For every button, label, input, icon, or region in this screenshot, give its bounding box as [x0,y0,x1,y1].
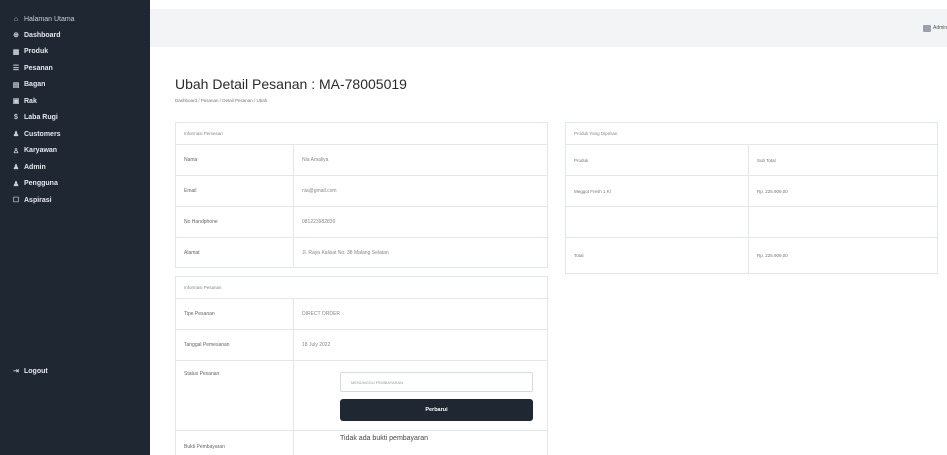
table-row: Tanggal Pemesanan 18 July 2022 [176,330,547,361]
card-header: Informasi Pesanan [176,277,547,299]
product-subtotal [749,207,937,237]
sidebar-item-produk[interactable]: ▦ Produk [0,44,150,61]
sidebar-menu: ⊕ Dashboard ▦ Produk ☰ Pesanan ▤ Bagan ▣… [0,0,150,209]
table-row-total: Total Rp. 225.909,00 [566,238,937,273]
sidebar-item-label: Bagan [24,81,46,89]
dashboard-icon: ⊕ [13,32,19,40]
total-value: Rp. 225.909,00 [757,253,788,258]
grid-icon: ▦ [12,48,20,56]
sidebar-item-label: Dashboard [24,31,61,39]
table-header: Produk Sub Total [566,145,937,176]
sidebar-item-label: Aspirasi [24,196,52,204]
sidebar-item-dashboard[interactable]: ⊕ Dashboard [0,27,150,44]
field-label: Bukti Pembayaran [176,431,294,455]
status-form: MENUNGGU PEMBAYARAN Perbarui [294,361,547,430]
users-icon: ♟ [12,180,20,188]
field-value: Nia Amaliya [302,157,329,163]
sidebar-item-aspirasi[interactable]: ☐ Aspirasi [0,192,150,209]
sidebar-item-bagan[interactable]: ▤ Bagan [0,77,150,94]
user-avatar-icon[interactable] [923,25,931,32]
sidebar: ⌂ Halaman Utama ⊕ Dashboard ▦ Produk ☰ P… [0,0,150,455]
sidebar-item-label: Logout [24,367,48,375]
update-button[interactable]: Perbarui [340,399,533,421]
total-label: Total [566,238,749,273]
table-row: Tipe Pesanan DIRECT ORDER [176,299,547,330]
customer-info-card: Informasi Pemesan Nama Nia Amaliya Email… [175,122,548,268]
column-header: Produk [566,145,749,175]
table-row: Nama Nia Amaliya [176,145,547,176]
sidebar-item-label: Pengguna [24,180,58,188]
status-select[interactable]: MENUNGGU PEMBAYARAN [340,372,533,392]
sidebar-item-label: Pesanan [24,64,53,72]
sidebar-item-pesanan[interactable]: ☰ Pesanan [0,60,150,77]
sidebar-item-label: Customers [24,130,61,138]
field-label: Email [176,176,294,206]
user-label[interactable]: Admin [933,25,947,31]
product-subtotal: Rp. 225.909,00 [757,188,788,194]
field-value: nia@gmail.com [302,188,337,194]
sidebar-item-label: Laba Rugi [24,114,58,122]
table-row: No Handphone 081223982830 [176,207,547,238]
field-label: Alamat [176,238,294,267]
product-name [566,207,749,237]
user-icon: ♙ [12,147,20,155]
field-label: No Handphone [176,207,294,237]
logout-icon: ⇥ [13,368,19,376]
product-name: Meggot Fresh 1 Kl [566,176,749,206]
users-icon: ♟ [12,131,20,139]
table-row: Email nia@gmail.com [176,176,547,207]
sidebar-item-pengguna[interactable]: ♟ Pengguna [0,176,150,193]
shelf-icon: ▣ [12,98,20,106]
field-label: Nama [176,145,294,175]
dollar-icon: $ [14,114,18,122]
field-value: Tidak ada bukti pembayaran [340,435,429,442]
topbar: Admin [150,9,947,47]
page-title: Ubah Detail Pesanan : MA-78005019 [175,76,407,92]
column-header: Sub Total [757,157,776,163]
field-label: Tipe Pesanan [176,299,294,329]
list-icon: ☰ [12,65,20,73]
sidebar-item-label: Halaman Utama [24,15,75,23]
table-row [566,207,937,238]
users-icon: ♟ [12,164,20,172]
chart-icon: ▤ [12,81,20,89]
sidebar-item-label: Produk [24,48,49,56]
sidebar-item-karyawan[interactable]: ♙ Karyawan [0,143,150,160]
table-row: Meggot Fresh 1 Kl Rp. 225.909,00 [566,176,937,207]
field-value: 081223982830 [302,219,336,225]
sidebar-item-home[interactable]: ⌂ Halaman Utama [0,11,75,28]
table-row: Bukti Pembayaran Tidak ada bukti pembaya… [176,431,547,455]
field-value: 18 July 2022 [302,342,331,348]
sidebar-item-admin[interactable]: ♟ Admin [0,159,150,176]
home-icon: ⌂ [13,15,19,23]
sidebar-item-customers[interactable]: ♟ Customers [0,126,150,143]
card-header: Informasi Pemesan [176,123,547,145]
breadcrumb[interactable]: Dashboard / Pesanan / Detail Pesanan / U… [175,98,267,103]
table-row: Alamat Jl. Raya Kalisat No. 38 Malang Se… [176,238,547,267]
sidebar-item-label: Admin [24,163,46,171]
card-header: Produk Yang Dipesan [566,123,937,145]
sidebar-item-rak[interactable]: ▣ Rak [0,93,150,110]
field-label: Status Pesanan [176,361,294,430]
sidebar-item-laba-rugi[interactable]: $ Laba Rugi [0,110,150,127]
sidebar-item-label: Rak [24,97,37,105]
table-row: Status Pesanan MENUNGGU PEMBAYARAN Perba… [176,361,547,431]
field-value: Jl. Raya Kalisat No. 38 Malang Selatan [302,249,389,256]
order-info-card: Informasi Pesanan Tipe Pesanan DIRECT OR… [175,276,548,455]
sidebar-item-logout[interactable]: ⇥ Logout [0,363,48,380]
ordered-products-card: Produk Yang Dipesan Produk Sub Total Meg… [565,122,938,274]
message-icon: ☐ [12,197,20,205]
field-value: DIRECT ORDER [302,311,340,317]
sidebar-item-label: Karyawan [24,147,58,155]
field-label: Tanggal Pemesanan [176,330,294,360]
